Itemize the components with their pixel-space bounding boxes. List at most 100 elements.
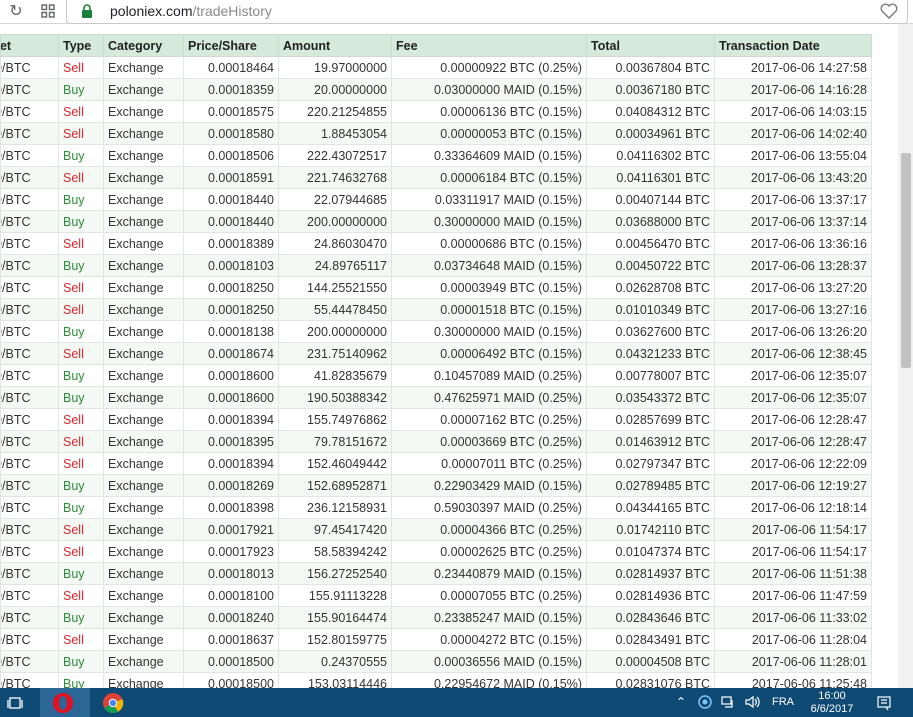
network-icon[interactable] (720, 695, 736, 712)
market-label: D/BTC (2, 522, 31, 537)
cell-type: Buy (58, 188, 104, 211)
table-row[interactable]: D/BTCSellExchange0.0001792358.583942420.… (0, 540, 872, 563)
reload-icon[interactable]: ↻ (7, 2, 25, 20)
cell-amount: 190.50388342 (278, 386, 392, 409)
cell-type: Buy (58, 364, 104, 387)
cell-date: 2017-06-06 13:27:16 (714, 298, 872, 321)
market-label: D/BTC (2, 236, 31, 251)
cell-price: 0.00018580 (183, 122, 279, 145)
chrome-icon[interactable] (102, 692, 124, 714)
cell-amount: 155.90164474 (278, 606, 392, 629)
lock-icon[interactable] (78, 2, 96, 20)
col-header-fee[interactable]: Fee (391, 34, 587, 57)
cell-total: 0.02814937 BTC (586, 562, 715, 585)
cell-fee: 0.00001518 BTC (0.15%) (391, 298, 587, 321)
table-row[interactable]: D/BTCSellExchange0.00018674231.751409620… (0, 342, 872, 365)
table-row[interactable]: D/BTCSellExchange0.000185801.884530540.0… (0, 122, 872, 145)
col-header-category[interactable]: Category (103, 34, 184, 57)
cell-category: Exchange (103, 122, 184, 145)
table-row[interactable]: D/BTCSellExchange0.00018100155.911132280… (0, 584, 872, 607)
cell-type: Sell (58, 408, 104, 431)
cell-price: 0.00018359 (183, 78, 279, 101)
table-row[interactable]: D/BTC BuyExchange0.0001860041.828356790.1… (0, 364, 872, 387)
cell-fee: 0.23385247 MAID (0.15%) (391, 606, 587, 629)
tray-chevron-icon[interactable]: ⌃ (676, 695, 686, 709)
market-label: D/BTC (2, 82, 31, 97)
table-row[interactable]: D/BTCSellExchange0.00018637152.801597750… (0, 628, 872, 651)
cell-category: Exchange (103, 276, 184, 299)
cell-price: 0.00018240 (183, 606, 279, 629)
table-row[interactable]: D/BTCBuyExchange0.00018506222.430725170.… (0, 144, 872, 167)
cell-fee: 0.00006492 BTC (0.15%) (391, 342, 587, 365)
cell-type: Buy (58, 78, 104, 101)
cell-market: D/BTC (0, 298, 59, 321)
table-row[interactable]: D/BTCSellExchange0.00018394155.749768620… (0, 408, 872, 431)
table-row[interactable]: D/BTCSellExchange0.00018575220.212548550… (0, 100, 872, 123)
cell-category: Exchange (103, 562, 184, 585)
cell-total: 0.04116301 BTC (586, 166, 715, 189)
col-header-market[interactable]: ket (0, 34, 59, 57)
col-header-date[interactable]: Transaction Date (714, 34, 872, 57)
cell-fee: 0.00006184 BTC (0.15%) (391, 166, 587, 189)
table-row[interactable]: D/BTCSellExchange0.0001846419.970000000.… (0, 56, 872, 79)
cell-total: 0.04344165 BTC (586, 496, 715, 519)
table-row[interactable]: D/BTCBuyExchange0.00018398236.121589310.… (0, 496, 872, 519)
table-row[interactable]: D/BTCBuyExchange0.00018240155.901644740.… (0, 606, 872, 629)
table-row[interactable]: D/BTCBuyExchange0.00018500153.031144460.… (0, 672, 872, 688)
cell-date: 2017-06-06 13:37:17 (714, 188, 872, 211)
table-row[interactable]: D/BTCBuyExchange0.00018600190.503883420.… (0, 386, 872, 409)
apps-grid-icon[interactable] (39, 2, 57, 20)
cell-market: D/BTC (0, 672, 59, 688)
table-row[interactable]: D/BTCBuyExchange0.0001844022.079446850.0… (0, 188, 872, 211)
trade-history-viewport[interactable]: ket Type Category Price/Share Amount Fee… (0, 34, 898, 688)
table-row[interactable]: D/BTCSellExchange0.0001839579.781516720.… (0, 430, 872, 453)
cell-category: Exchange (103, 474, 184, 497)
cell-amount: 236.12158931 (278, 496, 392, 519)
cell-total: 0.01742110 BTC (586, 518, 715, 541)
url-host: poloniex.com (110, 3, 193, 19)
cell-date: 2017-06-06 11:47:59 (714, 584, 872, 607)
cell-category: Exchange (103, 364, 184, 387)
system-clock[interactable]: 16:00 6/6/2017 (800, 690, 864, 716)
cell-market: D/BTC (0, 474, 59, 497)
table-row[interactable]: D/BTCBuyExchange0.0001810324.897651170.0… (0, 254, 872, 277)
tray-app-icon[interactable] (698, 695, 712, 712)
bookmark-heart-icon[interactable] (880, 2, 898, 20)
cell-date: 2017-06-06 13:28:37 (714, 254, 872, 277)
col-header-amount[interactable]: Amount (278, 34, 392, 57)
table-row[interactable]: D/BTCSellExchange0.00018591221.746327680… (0, 166, 872, 189)
cell-total: 0.02814936 BTC (586, 584, 715, 607)
cell-amount: 200.00000000 (278, 210, 392, 233)
table-row[interactable]: D/BTCSellExchange0.00018394152.460494420… (0, 452, 872, 475)
table-row[interactable]: D/BTCBuyExchange0.0001835920.000000000.0… (0, 78, 872, 101)
table-row[interactable]: D/BTCSellExchange0.00018250144.255215500… (0, 276, 872, 299)
action-center-icon[interactable] (876, 695, 892, 716)
table-row[interactable]: D/BTCSellExchange0.0001792197.454174200.… (0, 518, 872, 541)
cell-type: Sell (58, 430, 104, 453)
url-text[interactable]: poloniex.com/tradeHistory (110, 3, 272, 19)
cell-amount: 156.27252540 (278, 562, 392, 585)
cell-amount: 144.25521550 (278, 276, 392, 299)
clock-date: 6/6/2017 (810, 703, 854, 715)
table-row[interactable]: D/BTCBuyExchange0.00018440200.000000000.… (0, 210, 872, 233)
cell-market: D/BTC (0, 650, 59, 673)
input-language[interactable]: FRA (772, 696, 794, 708)
cell-type: Sell (58, 584, 104, 607)
table-row[interactable]: D/BTCSellExchange0.0001838924.860304700.… (0, 232, 872, 255)
col-header-type[interactable]: Type (58, 34, 104, 57)
volume-icon[interactable] (744, 695, 762, 712)
cell-total: 0.02628708 BTC (586, 276, 715, 299)
table-row[interactable]: D/BTCSellExchange0.0001825055.444784500.… (0, 298, 872, 321)
table-row[interactable]: D/BTCBuyExchange0.00018269152.689528710.… (0, 474, 872, 497)
table-row[interactable]: D/BTCBuyExchange0.00018013156.272525400.… (0, 562, 872, 585)
opera-icon[interactable] (52, 692, 74, 714)
cell-fee: 0.00004272 BTC (0.15%) (391, 628, 587, 651)
cell-date: 2017-06-06 12:35:07 (714, 386, 872, 409)
task-view-icon[interactable] (4, 692, 26, 714)
table-row[interactable]: D/BTCBuyExchange0.000185000.243705550.00… (0, 650, 872, 673)
col-header-total[interactable]: Total (586, 34, 715, 57)
col-header-price[interactable]: Price/Share (183, 34, 279, 57)
table-row[interactable]: D/BTCBuyExchange0.00018138200.000000000.… (0, 320, 872, 343)
cell-type: Buy (58, 496, 104, 519)
scrollbar-thumb[interactable] (901, 153, 911, 368)
